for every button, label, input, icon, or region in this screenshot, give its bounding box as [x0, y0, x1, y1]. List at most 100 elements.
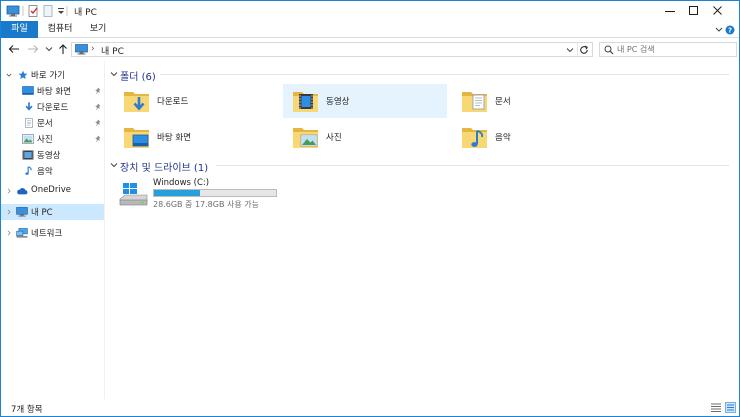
content-pane: 폴더 (6) 다운로드 동영상 문서 바탕 화면 사진 음악 장치 및 드라이브… — [106, 61, 739, 399]
window-title: 내 PC — [74, 8, 97, 18]
search-icon — [604, 45, 614, 55]
properties-icon[interactable] — [28, 4, 39, 18]
title-bar: 내 PC — [1, 1, 739, 21]
address-row: › 내 PC — [1, 38, 739, 61]
drive-tile-c[interactable]: Windows (C:) 28.6GB 중 17.8GB 사용 가능 — [116, 177, 286, 211]
music-icon — [25, 166, 32, 175]
address-bar[interactable]: › 내 PC — [71, 42, 593, 57]
customize-quick-access-icon[interactable] — [57, 4, 65, 18]
nav-label: 다운로드 — [37, 103, 69, 113]
tile-label: 문서 — [495, 97, 511, 107]
forward-button[interactable] — [26, 42, 40, 56]
quick-access-separator — [22, 4, 24, 18]
folder-tile-downloads[interactable]: 다운로드 — [114, 84, 278, 118]
nav-onedrive[interactable]: OneDrive — [1, 183, 104, 199]
group-divider — [160, 74, 729, 75]
nav-item-pictures[interactable]: 사진 — [1, 131, 104, 147]
document-icon — [25, 118, 33, 128]
this-pc-icon — [75, 44, 88, 55]
breadcrumb[interactable]: 내 PC — [101, 44, 124, 57]
nav-label: OneDrive — [31, 185, 71, 195]
navigation-pane: 바로 가기 바탕 화면 다운로드 문서 사진 동영상 음악 OneDrive 내… — [1, 61, 105, 399]
pin-icon[interactable] — [94, 87, 102, 95]
this-pc-icon — [16, 207, 28, 217]
tab-view[interactable]: 보기 — [83, 21, 113, 38]
up-arrow-icon — [59, 44, 67, 54]
explorer-window: 내 PC 파일 컴퓨터 보기 ? › 내 PC 내 PC 검색 바로 가기 바탕… — [0, 0, 740, 417]
group-title: 장치 및 드라이브 (1) — [120, 163, 209, 174]
nav-item-desktop[interactable]: 바탕 화면 — [1, 83, 104, 99]
address-dropdown-icon[interactable] — [566, 46, 574, 54]
close-button[interactable] — [695, 1, 740, 21]
video-folder-icon — [293, 92, 318, 112]
up-button[interactable] — [56, 42, 70, 56]
breadcrumb-separator-icon[interactable]: › — [91, 44, 95, 54]
close-icon — [713, 6, 722, 15]
status-bar: 7개 항목 — [1, 399, 739, 416]
nav-label: 문서 — [37, 119, 53, 129]
nav-this-pc[interactable]: 내 PC — [1, 204, 104, 220]
nav-label: 음악 — [37, 167, 53, 177]
back-arrow-icon — [8, 45, 19, 53]
refresh-button[interactable] — [577, 43, 590, 56]
chevron-right-icon[interactable] — [6, 208, 12, 216]
desktop-icon — [22, 86, 34, 95]
chevron-down-icon[interactable] — [6, 71, 12, 79]
chevron-right-icon[interactable] — [6, 187, 12, 195]
tile-label: 바탕 화면 — [157, 133, 191, 143]
group-header-folders[interactable]: 폴더 (6) — [106, 67, 739, 83]
search-box[interactable] — [599, 42, 737, 57]
title-separator — [66, 4, 68, 18]
recent-locations-button[interactable] — [42, 42, 56, 56]
group-title: 폴더 (6) — [120, 72, 156, 83]
video-icon — [22, 150, 34, 160]
app-icon[interactable] — [6, 4, 20, 18]
back-button[interactable] — [7, 42, 21, 56]
details-view-icon[interactable] — [711, 403, 721, 412]
chevron-right-icon[interactable] — [6, 229, 12, 237]
search-input[interactable] — [617, 43, 732, 56]
documents-folder-icon — [462, 92, 487, 112]
drive-name: Windows (C:) — [153, 178, 210, 188]
pin-icon[interactable] — [94, 135, 102, 143]
help-icon[interactable]: ? — [725, 25, 735, 35]
tab-file[interactable]: 파일 — [1, 21, 38, 38]
pin-icon[interactable] — [94, 119, 102, 127]
expand-ribbon-icon[interactable] — [715, 26, 723, 34]
chevron-down-icon[interactable] — [110, 70, 118, 78]
nav-item-music[interactable]: 음악 — [1, 163, 104, 179]
folder-tile-videos[interactable]: 동영상 — [283, 84, 447, 118]
desktop-folder-icon — [124, 128, 149, 148]
nav-label: 동영상 — [37, 151, 61, 161]
folder-tile-music[interactable]: 음악 — [452, 120, 616, 154]
pin-icon[interactable] — [94, 103, 102, 111]
tile-label: 음악 — [495, 133, 511, 143]
nav-label: 내 PC — [31, 208, 53, 218]
chevron-down-icon[interactable] — [110, 161, 118, 169]
nav-item-downloads[interactable]: 다운로드 — [1, 99, 104, 115]
folder-tile-desktop[interactable]: 바탕 화면 — [114, 120, 278, 154]
tab-computer[interactable]: 컴퓨터 — [41, 21, 79, 38]
item-count: 7개 항목 — [11, 405, 43, 415]
download-icon — [25, 102, 33, 111]
drive-free-space: 28.6GB 중 17.8GB 사용 가능 — [153, 200, 259, 209]
nav-network[interactable]: 네트워크 — [1, 225, 104, 241]
cloud-icon — [17, 188, 28, 195]
group-header-devices[interactable]: 장치 및 드라이브 (1) — [106, 158, 739, 174]
nav-label: 바로 가기 — [31, 71, 65, 81]
pictures-icon — [22, 134, 34, 144]
new-folder-icon[interactable] — [43, 4, 54, 18]
nav-item-videos[interactable]: 동영상 — [1, 147, 104, 163]
large-icons-view-icon[interactable] — [725, 402, 736, 413]
nav-quick-access[interactable]: 바로 가기 — [1, 67, 104, 83]
forward-arrow-icon — [28, 45, 39, 53]
folder-tile-pictures[interactable]: 사진 — [283, 120, 447, 154]
nav-label: 바탕 화면 — [37, 87, 71, 97]
folder-tile-documents[interactable]: 문서 — [452, 84, 616, 118]
svg-text:?: ? — [728, 26, 732, 34]
nav-item-documents[interactable]: 문서 — [1, 115, 104, 131]
nav-label: 네트워크 — [31, 229, 63, 239]
windows-drive-icon — [119, 183, 148, 206]
pictures-folder-icon — [293, 128, 318, 148]
ribbon-controls: ? — [715, 23, 735, 36]
